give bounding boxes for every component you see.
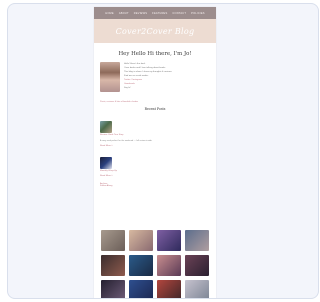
post-title[interactable]: Monthly Wrap-Up	[100, 170, 210, 172]
nav-item-features[interactable]: FEATURES	[152, 12, 167, 15]
meta-line: Posts, reviews & lots of bookish chatter	[100, 101, 139, 103]
gallery-tile[interactable]	[101, 230, 125, 251]
intro-line: Say hi!	[124, 87, 131, 89]
post-thumbnail[interactable]	[100, 121, 112, 133]
post-item: Monthly Wrap-Up Read More »	[100, 157, 210, 177]
intro-line: Hello! Here's the deal.	[124, 63, 146, 65]
welcome-title: Hey Hello Hi there, I'm Jo!	[118, 51, 192, 57]
instagram-gallery	[101, 230, 209, 298]
read-more-link[interactable]: Read More »	[100, 145, 210, 147]
post-description: A cozy read perfect for the weekend — fu…	[100, 140, 153, 142]
intro-line: Find me on social media:	[124, 75, 149, 77]
read-more-link[interactable]: Read More »	[100, 175, 210, 177]
top-navigation-bar: HOME ABOUT REVIEWS FEATURES CONTACT POLI…	[94, 7, 216, 19]
nav-item-home[interactable]: HOME	[105, 12, 114, 15]
author-avatar	[100, 62, 120, 92]
gallery-tile[interactable]	[185, 255, 209, 276]
follow-link[interactable]: Follow Along	[100, 185, 210, 187]
nav-item-reviews[interactable]: REVIEWS	[134, 12, 147, 15]
gallery-tile[interactable]	[157, 230, 181, 251]
gallery-tile[interactable]	[101, 255, 125, 276]
social-link[interactable]: Twitter / Instagram	[124, 79, 172, 81]
intro-line: I love books and I love talking about bo…	[124, 67, 166, 69]
browser-preview-card: HOME ABOUT REVIEWS FEATURES CONTACT POLI…	[7, 3, 319, 299]
main-content: Hey Hello Hi there, I'm Jo! Hello! Here'…	[94, 43, 216, 298]
post-thumbnail[interactable]	[100, 157, 112, 169]
footer-links: Archive Follow Along	[100, 183, 210, 187]
author-intro: Hello! Here's the deal. I love books and…	[100, 62, 210, 100]
intro-text: Hello! Here's the deal. I love books and…	[124, 62, 172, 100]
blog-page: HOME ABOUT REVIEWS FEATURES CONTACT POLI…	[94, 7, 216, 298]
gallery-tile[interactable]	[129, 280, 153, 298]
nav-item-policies[interactable]: POLICIES	[191, 12, 205, 15]
post-title[interactable]: Review: Book Tour Stop	[100, 134, 210, 136]
nav-item-contact[interactable]: CONTACT	[172, 12, 186, 15]
gallery-tile[interactable]	[157, 255, 181, 276]
blog-header: Cover2Cover Blog	[94, 19, 216, 43]
gallery-tile[interactable]	[129, 230, 153, 251]
section-title: Recent Posts	[144, 107, 166, 111]
gallery-tile[interactable]	[185, 280, 209, 298]
gallery-tile[interactable]	[101, 280, 125, 298]
intro-line: This blog is where I share my thoughts &…	[124, 71, 173, 73]
social-link[interactable]: Goodreads	[124, 83, 172, 85]
gallery-tile[interactable]	[185, 230, 209, 251]
nav-item-about[interactable]: ABOUT	[119, 12, 129, 15]
gallery-tile[interactable]	[129, 255, 153, 276]
blog-logo[interactable]: Cover2Cover Blog	[116, 27, 195, 36]
gallery-tile[interactable]	[157, 280, 181, 298]
post-item: Review: Book Tour Stop A cozy read perfe…	[100, 121, 210, 147]
